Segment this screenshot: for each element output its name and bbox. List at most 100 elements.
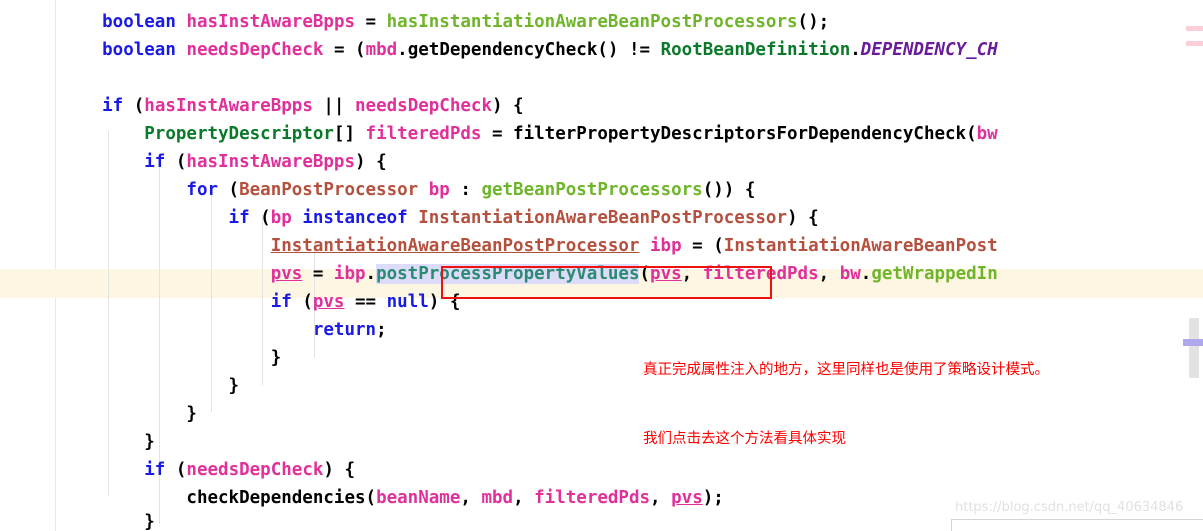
- code-line[interactable]: if (bp instanceof InstantiationAwareBean…: [18, 204, 819, 233]
- code-token: postProcessPropertyValues: [376, 264, 640, 284]
- code-token: pvs: [270, 264, 303, 284]
- code-token: hasInstantiationAwareBeanPostProcessors: [386, 12, 798, 32]
- code-token: RootBeanDefinition: [660, 40, 851, 60]
- code-token: ) {: [787, 208, 819, 228]
- code-token: getBeanPostProcessors: [481, 180, 703, 200]
- code-token: ibp: [650, 236, 682, 256]
- code-token: InstantiationAwareBeanPostProcessor: [270, 236, 640, 256]
- code-token: (: [291, 292, 313, 312]
- code-token: ) {: [355, 152, 387, 172]
- code-line[interactable]: }: [18, 400, 197, 429]
- annotation-line-1: 真正完成属性注入的地方，这里同样也是使用了策略设计模式。: [643, 362, 1049, 378]
- code-line[interactable]: }: [18, 508, 155, 531]
- code-token: (: [165, 152, 187, 172]
- code-line[interactable]: }: [18, 428, 155, 457]
- code-token: }: [17, 432, 155, 452]
- code-line[interactable]: if (hasInstAwareBpps || needsDepCheck) {: [18, 92, 523, 121]
- code-token: if: [228, 208, 250, 228]
- code-token: boolean: [102, 12, 176, 32]
- code-token: = (: [681, 236, 724, 256]
- code-token: instanceof: [302, 208, 408, 228]
- code-token: ,: [513, 488, 535, 508]
- code-line[interactable]: if (pvs == null) {: [18, 288, 461, 317]
- code-token: if: [144, 460, 166, 480]
- code-line[interactable]: pvs = ibp.postProcessPropertyValues(pvs,…: [18, 260, 998, 289]
- code-line[interactable]: }: [17, 344, 282, 373]
- code-token: InstantiationAwareBeanPostProcessor: [418, 208, 787, 228]
- code-token: }: [17, 348, 282, 368]
- code-token: needsDepCheck: [186, 40, 324, 60]
- code-token: }: [17, 512, 155, 531]
- code-token: .: [397, 40, 408, 60]
- code-token: () !=: [597, 40, 661, 60]
- code-line[interactable]: }: [17, 372, 240, 401]
- vertical-scrollbar-thumb[interactable]: [1183, 339, 1203, 346]
- code-token: mbd: [365, 40, 398, 60]
- code-token: =: [355, 12, 387, 32]
- bottom-panel-edge: [951, 519, 1203, 531]
- code-line[interactable]: if (needsDepCheck) {: [18, 456, 355, 485]
- watermark: https://blog.csdn.net/qq_40634846: [955, 500, 1184, 515]
- code-token: boolean: [102, 40, 176, 60]
- code-token: hasInstAwareBpps: [186, 152, 355, 172]
- code-token: ,: [818, 264, 840, 284]
- code-token: needsDepCheck: [355, 96, 492, 116]
- code-token: for: [186, 180, 219, 200]
- code-token: DEPENDENCY_CH: [860, 40, 998, 60]
- code-token: .: [860, 264, 872, 284]
- code-token: ;: [376, 320, 387, 340]
- code-token: =: [302, 264, 334, 284]
- code-token: ) {: [323, 460, 355, 480]
- code-line[interactable]: boolean needsDepCheck = (mbd.getDependen…: [18, 36, 998, 65]
- code-token: []: [333, 124, 366, 144]
- code-token: (: [365, 488, 377, 508]
- code-token: = (: [323, 40, 366, 60]
- code-token: }: [17, 376, 240, 396]
- code-token: ==: [344, 292, 387, 312]
- code-token: =: [481, 124, 514, 144]
- error-stripe-marker[interactable]: [1186, 26, 1203, 31]
- code-line[interactable]: PropertyDescriptor[] filteredPds = filte…: [18, 120, 998, 149]
- code-token: filterPropertyDescriptorsForDependencyCh…: [513, 124, 967, 144]
- code-token: ||: [312, 96, 356, 116]
- code-token: ibp: [333, 264, 366, 284]
- code-token: PropertyDescriptor: [144, 124, 334, 144]
- code-token: pvs: [312, 292, 345, 312]
- code-token: (: [639, 264, 651, 284]
- vertical-scrollbar-track[interactable]: [1189, 318, 1199, 378]
- code-token: ,: [681, 264, 703, 284]
- code-token: (: [165, 460, 187, 480]
- code-line[interactable]: InstantiationAwareBeanPostProcessor ibp …: [18, 232, 998, 261]
- code-token: (: [966, 124, 977, 144]
- error-stripe-marker[interactable]: [1186, 41, 1203, 46]
- code-token: ) {: [428, 292, 461, 312]
- code-token: return: [312, 320, 377, 340]
- code-line[interactable]: for (BeanPostProcessor bp : getBeanPostP…: [18, 176, 755, 205]
- code-token: .: [365, 264, 377, 284]
- code-token: ,: [460, 488, 482, 508]
- code-token: pvs: [650, 264, 682, 284]
- code-token: (: [218, 180, 240, 200]
- code-token: if: [102, 96, 124, 116]
- code-token: bw: [976, 124, 998, 144]
- code-token: .: [850, 40, 861, 60]
- code-line[interactable]: boolean hasInstAwareBpps = hasInstantiat…: [18, 8, 829, 37]
- code-token: getDependencyCheck: [407, 40, 598, 60]
- code-editor[interactable]: boolean hasInstAwareBpps = hasInstantiat…: [0, 0, 1203, 531]
- code-token: needsDepCheck: [186, 460, 324, 480]
- annotation-line-2: 我们点击去这个方法看具体实现: [643, 431, 846, 447]
- code-line[interactable]: return;: [18, 316, 387, 345]
- code-token: if: [144, 152, 166, 172]
- code-line[interactable]: if (hasInstAwareBpps) {: [18, 148, 387, 177]
- code-token: filteredPds: [534, 488, 651, 508]
